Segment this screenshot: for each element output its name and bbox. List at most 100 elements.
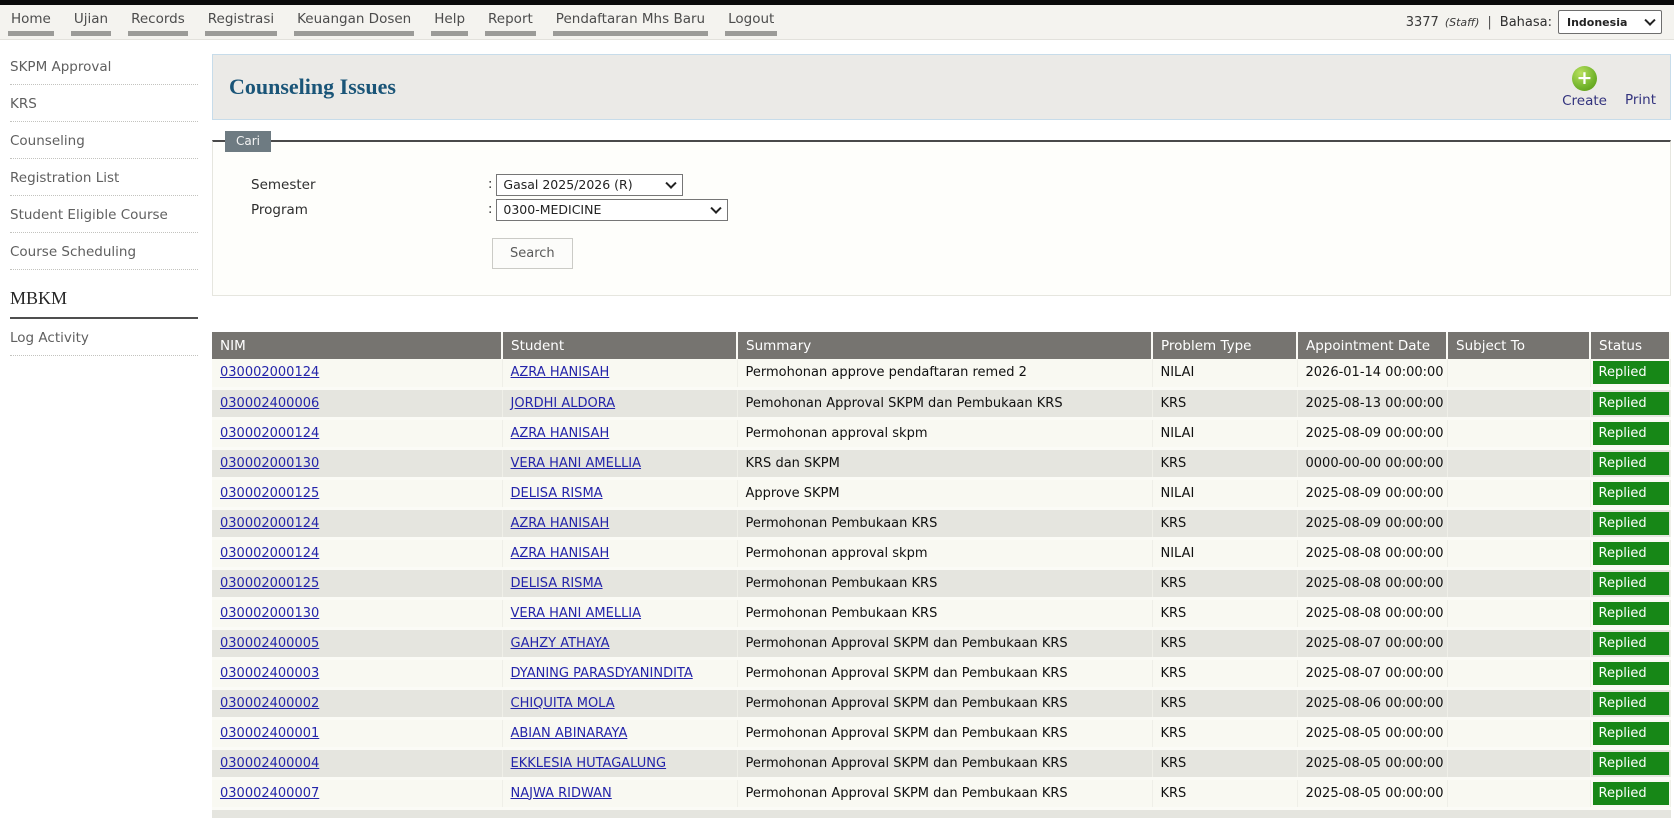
student-cell: NAJWA RIDWAN	[502, 778, 737, 808]
nim-link[interactable]: 030002400001	[220, 726, 319, 741]
nim-link[interactable]: 030002000124	[220, 426, 319, 441]
nim-cell: 030002000130	[212, 598, 502, 628]
nim-cell: 030002000124	[212, 508, 502, 538]
nav-item-records[interactable]: Records	[128, 11, 188, 36]
search-button[interactable]: Search	[492, 238, 573, 269]
nim-cell: 030002400002	[212, 688, 502, 718]
language-select-wrap: Indonesia	[1558, 10, 1662, 34]
student-link[interactable]: EKKLESIA HUTAGALUNG	[511, 756, 667, 771]
nav-item-keuangan-dosen[interactable]: Keuangan Dosen	[294, 11, 414, 36]
status-badge: Replied	[1593, 602, 1669, 625]
nav-item-report[interactable]: Report	[485, 11, 536, 36]
nim-link[interactable]: 030002000125	[220, 486, 319, 501]
semester-select-wrap: Gasal 2025/2026 (R)	[496, 174, 683, 196]
separator-colon: :	[488, 177, 492, 192]
status-cell: Replied	[1590, 598, 1670, 628]
table-row: 030002000130 VERA HANI AMELLIA KRS dan SKP…	[212, 448, 1670, 478]
sidebar-item-counseling[interactable]: Counseling	[10, 122, 198, 159]
navbar-right: 3377 (Staff) | Bahasa: Indonesia	[1406, 10, 1666, 34]
nim-link[interactable]: 030002400007	[220, 786, 319, 801]
status-cell: Replied	[1590, 418, 1670, 448]
appointment-date-cell: 2026-01-14 00:00:00	[1297, 359, 1447, 388]
student-link[interactable]: CHIQUITA MOLA	[511, 696, 615, 711]
semester-select[interactable]: Gasal 2025/2026 (R)	[496, 174, 683, 196]
nim-link[interactable]: 030002000124	[220, 516, 319, 531]
plus-icon: +	[1572, 66, 1597, 91]
status-cell: Replied	[1590, 628, 1670, 658]
student-cell: VERA HANI AMELLIA	[502, 448, 737, 478]
table-row: 030002000125 DELISA RISMA Permohonan Pembu…	[212, 568, 1670, 598]
summary-cell: Permohonan Pembukaan KRS	[737, 568, 1152, 598]
nav-item-home[interactable]: Home	[8, 11, 54, 36]
student-link[interactable]: ABIAN ABINARAYA	[511, 726, 628, 741]
nim-link[interactable]: 030002400003	[220, 666, 319, 681]
nim-link[interactable]: 030002400004	[220, 756, 319, 771]
nav-item-ujian[interactable]: Ujian	[71, 11, 111, 36]
sidebar-item-student-eligible-course[interactable]: Student Eligible Course	[10, 196, 198, 233]
nim-cell: 030002400001	[212, 718, 502, 748]
nim-link[interactable]: 030002400002	[220, 696, 319, 711]
program-select[interactable]: 0300-MEDICINE	[496, 199, 728, 221]
language-select[interactable]: Indonesia	[1558, 10, 1662, 34]
create-button[interactable]: + Create	[1562, 66, 1607, 109]
table-row: 030002400004EKKLESIA HUTAGALUNGPermohona…	[212, 748, 1670, 778]
summary-cell: Pemohonan Approval SKPM dan Pembukaan KR…	[737, 388, 1152, 418]
student-link[interactable]: DYANING PARASDYANINDITA	[511, 666, 693, 681]
nim-link[interactable]: 030002000124	[220, 365, 319, 380]
student-cell: ABIAN ABINARAYA	[502, 718, 737, 748]
nav-item-pendaftaran-mhs-baru[interactable]: Pendaftaran Mhs Baru	[553, 11, 708, 36]
divider: |	[1487, 15, 1491, 30]
sidebar-item-skpm-approval[interactable]: SKPM Approval	[10, 48, 198, 85]
student-link[interactable]: NAJWA RIDWAN	[511, 786, 612, 801]
nim-link[interactable]: 030002000130	[220, 456, 319, 471]
sidebar-item-course-scheduling[interactable]: Course Scheduling	[10, 233, 198, 270]
summary-cell: KRS dan SKPM	[737, 448, 1152, 478]
summary-cell: Permohonan Approval SKPM dan Pembukaan K…	[737, 718, 1152, 748]
student-link[interactable]: DELISA RISMA	[511, 576, 603, 591]
appointment-date-cell: 2025-08-05 00:00:00	[1297, 718, 1447, 748]
status-cell: Replied	[1590, 658, 1670, 688]
title-panel: Counseling Issues + Create Print	[212, 54, 1671, 120]
nav-item-logout[interactable]: Logout	[725, 11, 777, 36]
nim-cell: 030002000124	[212, 418, 502, 448]
nim-link[interactable]: 030002000130	[220, 606, 319, 621]
status-badge: Replied	[1593, 572, 1669, 595]
subject-to-cell	[1447, 718, 1590, 748]
summary-cell: Permohonan Approval SKPM dan Pembukaan K…	[737, 628, 1152, 658]
student-link[interactable]: AZRA HANISAH	[511, 546, 610, 561]
appointment-date-cell: 2025-08-07 00:00:00	[1297, 658, 1447, 688]
sidebar-item-registration-list[interactable]: Registration List	[10, 159, 198, 196]
student-cell: AZRA HANISAH	[502, 359, 737, 388]
nim-link[interactable]: 030002000125	[220, 576, 319, 591]
sidebar-item-krs[interactable]: KRS	[10, 85, 198, 122]
print-button[interactable]: Print	[1625, 92, 1656, 109]
status-badge: Replied	[1593, 752, 1669, 775]
counseling-issues-table: NIMStudentSummaryProblem TypeAppointment…	[212, 332, 1671, 810]
nim-link[interactable]: 030002400006	[220, 396, 319, 411]
student-link[interactable]: JORDHI ALDORA	[511, 396, 616, 411]
nim-link[interactable]: 030002000124	[220, 546, 319, 561]
table-row: 030002000124AZRA HANISAHPermohonan appro…	[212, 418, 1670, 448]
student-link[interactable]: AZRA HANISAH	[511, 426, 610, 441]
column-header-appointment-date: Appointment Date	[1297, 332, 1447, 359]
student-link[interactable]: VERA HANI AMELLIA	[511, 456, 642, 471]
appointment-date-cell: 2025-08-08 00:00:00	[1297, 538, 1447, 568]
student-cell: VERA HANI AMELLIA	[502, 598, 737, 628]
summary-cell: Permohonan Approval SKPM dan Pembukaan K…	[737, 688, 1152, 718]
student-link[interactable]: AZRA HANISAH	[511, 365, 610, 380]
student-cell: GAHZY ATHAYA	[502, 628, 737, 658]
partial-next-row	[212, 810, 1671, 818]
student-link[interactable]: AZRA HANISAH	[511, 516, 610, 531]
nim-link[interactable]: 030002400005	[220, 636, 319, 651]
sidebar-item-log-activity[interactable]: Log Activity	[10, 319, 198, 356]
table-row: 030002000124AZRA HANISAHPermohonan appro…	[212, 538, 1670, 568]
problem-type-cell: KRS	[1152, 718, 1297, 748]
student-link[interactable]: DELISA RISMA	[511, 486, 603, 501]
nav-item-help[interactable]: Help	[431, 11, 468, 36]
problem-type-cell: KRS	[1152, 598, 1297, 628]
nav-item-registrasi[interactable]: Registrasi	[205, 11, 277, 36]
problem-type-cell: KRS	[1152, 778, 1297, 808]
student-link[interactable]: GAHZY ATHAYA	[511, 636, 610, 651]
page-layout: SKPM ApprovalKRSCounselingRegistration L…	[0, 40, 1674, 818]
student-link[interactable]: VERA HANI AMELLIA	[511, 606, 642, 621]
